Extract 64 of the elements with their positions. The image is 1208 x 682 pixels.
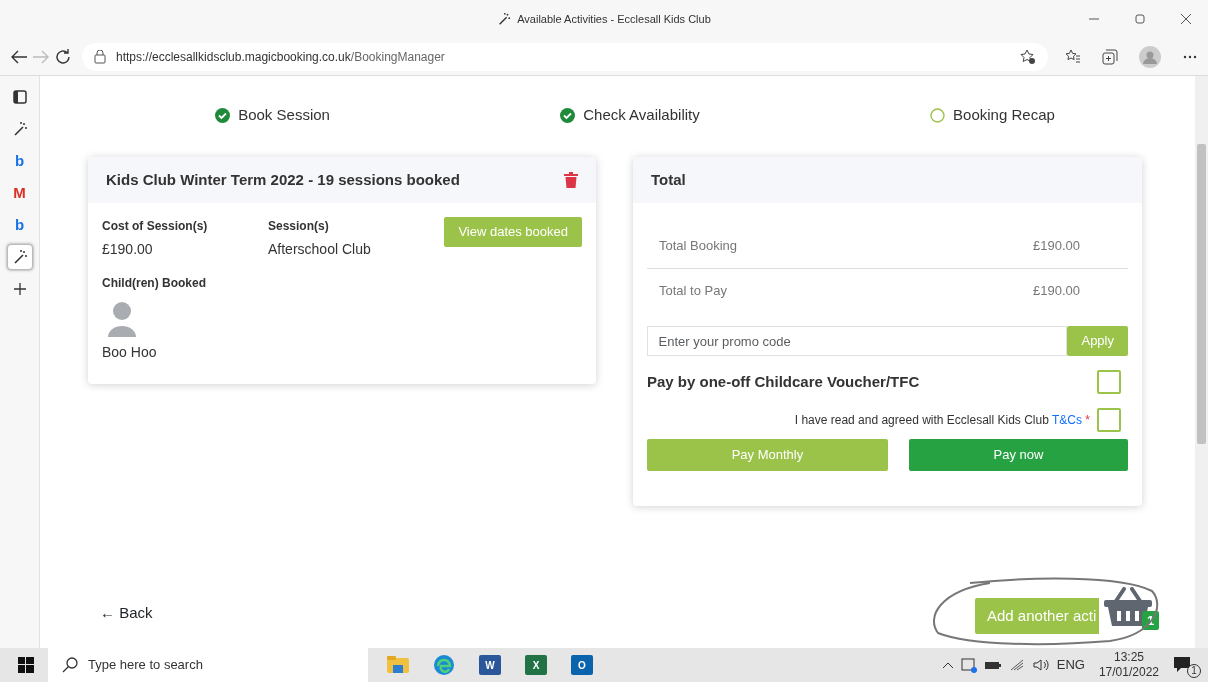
pay-button[interactable]: Pay now bbox=[908, 439, 1128, 471]
sidebar-item[interactable] bbox=[6, 244, 33, 270]
voucher-checkbox[interactable] bbox=[1097, 370, 1121, 394]
favorites-icon[interactable] bbox=[1065, 48, 1081, 65]
session-value: Afterschool Club bbox=[268, 239, 372, 259]
total-value: £190.00 bbox=[1033, 281, 1080, 300]
meet-icon[interactable] bbox=[960, 657, 977, 673]
sidebar-item[interactable]: b bbox=[6, 212, 33, 238]
clock-date[interactable]: 17/01/2022 bbox=[1098, 665, 1159, 680]
cost-value: £190.00 bbox=[102, 239, 154, 259]
close-icon[interactable] bbox=[1180, 13, 1192, 25]
total-label: Total Booking bbox=[659, 237, 738, 255]
step-label: Book Session bbox=[238, 105, 330, 125]
promo-code-field[interactable]: Enter your promo code bbox=[647, 326, 1068, 356]
plus-icon bbox=[12, 282, 27, 296]
search-icon bbox=[62, 657, 78, 673]
terms-text: I have read and agreed with Ecclesall Kids Club T&Cs * bbox=[794, 412, 1090, 429]
browser-icon[interactable] bbox=[433, 654, 455, 676]
maximize-icon[interactable] bbox=[1134, 13, 1146, 25]
total-value: £190.00 bbox=[1033, 237, 1080, 255]
app-icon[interactable]: O bbox=[571, 655, 593, 675]
taskbar-search-field[interactable]: Type here to search bbox=[48, 648, 368, 682]
wand-icon bbox=[497, 12, 512, 26]
card-title: Kids Club Winter Term 2022 - 19 sessions booked bbox=[106, 169, 460, 190]
volume-icon[interactable] bbox=[1031, 658, 1050, 672]
profile-icon[interactable] bbox=[1139, 45, 1161, 68]
refresh-icon[interactable] bbox=[54, 47, 72, 66]
chevron-up-icon[interactable] bbox=[941, 661, 954, 669]
field-label: Child(ren) Booked bbox=[102, 274, 207, 292]
scrollbar[interactable] bbox=[1195, 76, 1208, 648]
terms-link[interactable]: T&Cs bbox=[1052, 413, 1082, 427]
field-label: Cost of Session(s) bbox=[102, 218, 209, 235]
favorite-add-icon[interactable] bbox=[1020, 48, 1036, 65]
search-placeholder: Type here to search bbox=[88, 656, 203, 675]
address-bar[interactable]: https://ecclesallkidsclub.magicbooking.co.uk/BookingManager bbox=[82, 42, 1048, 71]
step-label: Check Availability bbox=[583, 105, 700, 125]
basket-icon bbox=[1102, 587, 1154, 627]
window-title: Available Activities - Ecclesall Kids Club bbox=[517, 11, 711, 27]
back-link[interactable]: ← Back bbox=[100, 601, 153, 624]
windows-start-icon[interactable] bbox=[18, 657, 34, 673]
field-label: Session(s) bbox=[268, 218, 330, 235]
tabs-icon bbox=[12, 90, 27, 104]
collections-icon[interactable] bbox=[1102, 48, 1118, 65]
trash-icon[interactable] bbox=[564, 171, 578, 188]
sidebar-item[interactable]: b bbox=[6, 148, 33, 174]
lock-icon bbox=[94, 49, 106, 64]
notification-icon[interactable] bbox=[1173, 656, 1191, 674]
total-label: Total to Pay bbox=[659, 281, 727, 300]
wifi-icon[interactable] bbox=[1008, 658, 1025, 672]
back-icon[interactable] bbox=[10, 48, 28, 65]
card-title: Total bbox=[651, 169, 686, 190]
app-icon[interactable]: W bbox=[479, 655, 501, 675]
child-name: Boo Hoo bbox=[102, 343, 157, 362]
step-label: Booking Recap bbox=[953, 105, 1055, 125]
clock-time[interactable]: 13:25 bbox=[1113, 650, 1144, 665]
notification-count: 1 bbox=[1187, 664, 1201, 678]
battery-icon[interactable] bbox=[983, 659, 1002, 671]
terms-checkbox[interactable] bbox=[1097, 408, 1121, 432]
url-text: https://ecclesallkidsclub.magicbooking.co.uk/BookingManager bbox=[116, 48, 446, 66]
language-indicator[interactable]: ENG bbox=[1056, 655, 1085, 675]
folder-icon[interactable] bbox=[387, 656, 409, 674]
sidebar-item[interactable]: M bbox=[6, 180, 33, 206]
voucher-label: Pay by one-off Childcare Voucher/TFC bbox=[647, 371, 920, 392]
app-icon[interactable]: X bbox=[525, 655, 547, 675]
